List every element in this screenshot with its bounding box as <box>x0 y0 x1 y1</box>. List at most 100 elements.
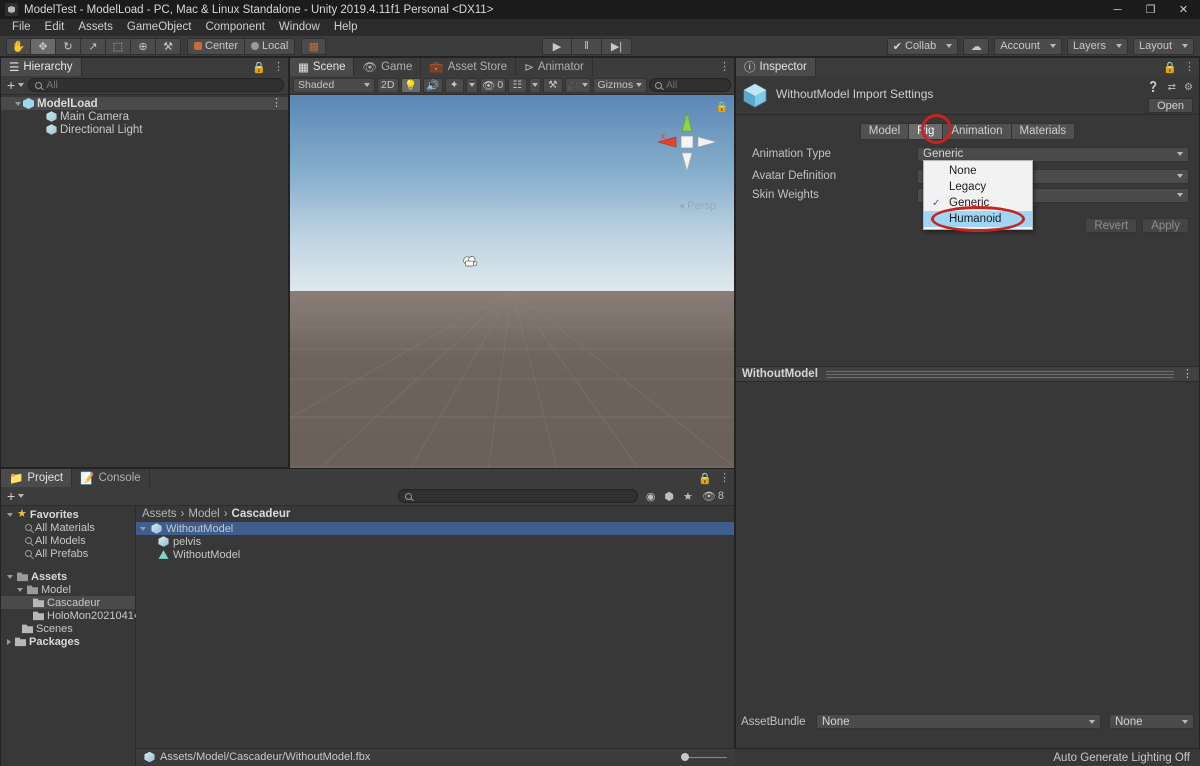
tab-hierarchy[interactable]: ☰ Hierarchy <box>1 58 82 76</box>
assetbundle-variant-dropdown[interactable]: None <box>1109 714 1194 729</box>
project-zoom-slider[interactable] <box>681 752 727 762</box>
hidden-packages-icon[interactable]: 👁 8 <box>702 490 724 503</box>
animation-type-dropdown-popup[interactable]: None Legacy ✓ Generic Humanoid <box>923 160 1033 230</box>
hierarchy-add-button[interactable]: + <box>5 77 25 93</box>
open-button[interactable]: Open <box>1148 98 1193 113</box>
scene-menu-icon[interactable]: ⋮ <box>719 61 730 72</box>
project-tree-packages[interactable]: Packages <box>1 635 135 648</box>
hierarchy-search-input[interactable]: All <box>28 78 284 92</box>
menu-component[interactable]: Component <box>198 19 271 36</box>
cloud-icon[interactable]: ☁ <box>963 37 990 55</box>
hierarchy-item-modelload[interactable]: ModelLoad ⋮ <box>1 97 288 110</box>
settings-gear-icon[interactable]: ⚙ <box>1184 82 1193 93</box>
tab-console[interactable]: 📝 Console <box>72 469 150 487</box>
hierarchy-menu-icon[interactable]: ⋮ <box>273 61 284 72</box>
tab-inspector[interactable]: ⓘ Inspector <box>736 58 816 76</box>
tab-scene[interactable]: ▦ Scene <box>290 58 355 76</box>
pause-button[interactable]: ‖ <box>572 37 602 55</box>
asset-item-withoutmodel-mesh[interactable]: WithoutModel <box>136 548 734 561</box>
tab-rig[interactable]: Rig <box>908 122 943 140</box>
dropdown-option-none[interactable]: None <box>924 163 1032 179</box>
new-asset-icon[interactable]: ◉ <box>646 490 656 503</box>
audio-icon[interactable]: 🔊 <box>422 77 443 93</box>
minimize-button[interactable]: ─ <box>1101 0 1134 19</box>
lock-icon[interactable]: 🔒 <box>698 472 712 485</box>
expand-arrow-icon[interactable] <box>15 101 21 106</box>
scale-tool-icon[interactable]: ↗ <box>81 37 106 55</box>
rotate-tool-icon[interactable]: ↻ <box>56 37 81 55</box>
project-tree-scenes[interactable]: Scenes <box>1 622 135 635</box>
inspector-menu-icon[interactable]: ⋮ <box>1184 61 1195 72</box>
preset-icon[interactable]: ⇄ <box>1168 82 1176 93</box>
menu-window[interactable]: Window <box>272 19 327 36</box>
pivot-mode-button[interactable]: Center <box>187 37 246 55</box>
layout-button[interactable]: Layout <box>1132 37 1194 55</box>
preview-drag-handle[interactable] <box>825 370 1174 378</box>
tab-project[interactable]: 📁 Project <box>1 469 73 487</box>
project-tree-favorites[interactable]: ★ Favorites <box>1 508 135 521</box>
asset-item-pelvis[interactable]: pelvis <box>136 535 734 548</box>
project-tree-cascadeur[interactable]: Cascadeur <box>1 596 135 609</box>
play-button[interactable]: ▶ <box>542 37 572 55</box>
scene-viewport[interactable]: y x 🔒 ◂ Persp <box>290 95 734 487</box>
account-button[interactable]: Account <box>994 37 1062 55</box>
tab-model[interactable]: Model <box>859 122 909 140</box>
expand-arrow-icon[interactable] <box>7 512 13 517</box>
favorite-star-icon[interactable]: ★ <box>683 490 693 503</box>
apply-button[interactable]: Apply <box>1142 218 1189 233</box>
scene-camera-icon[interactable]: 🎥 <box>564 77 591 93</box>
lock-icon[interactable]: 🔒 <box>252 61 266 74</box>
fx-icon[interactable]: ✦ <box>444 77 464 93</box>
hierarchy-item-menu-icon[interactable]: ⋮ <box>271 98 282 109</box>
draw-mode-dropdown[interactable]: Shaded <box>293 77 375 93</box>
project-tree-holomon[interactable]: HoloMon2021041‹ <box>1 609 138 622</box>
expand-arrow-icon[interactable] <box>140 526 146 531</box>
breadcrumb-cascadeur[interactable]: Cascadeur <box>232 508 291 520</box>
preview-menu-icon[interactable]: ⋮ <box>1182 368 1193 379</box>
project-menu-icon[interactable]: ⋮ <box>719 472 730 483</box>
menu-edit[interactable]: Edit <box>38 19 72 36</box>
layers-button[interactable]: Layers <box>1066 37 1128 55</box>
hierarchy-item-main-camera[interactable]: Main Camera <box>1 110 288 123</box>
slider-knob[interactable] <box>681 753 689 761</box>
dropdown-option-generic[interactable]: ✓ Generic <box>924 195 1032 211</box>
expand-arrow-icon[interactable] <box>17 587 23 592</box>
hand-tool-icon[interactable]: ✋ <box>6 37 31 55</box>
light-bulb-icon[interactable]: 💡 <box>400 77 421 93</box>
project-tree-all-materials[interactable]: All Materials <box>1 521 135 534</box>
project-search-input[interactable] <box>397 489 638 503</box>
step-button[interactable]: ▶| <box>602 37 632 55</box>
menu-gameobject[interactable]: GameObject <box>120 19 199 36</box>
breadcrumb-assets[interactable]: Assets <box>142 508 177 520</box>
grid-dropdown[interactable] <box>529 77 542 93</box>
collab-button[interactable]: ✔ Collab <box>886 37 959 55</box>
scene-search-input[interactable]: All <box>649 78 732 92</box>
expand-arrow-icon[interactable] <box>7 638 11 645</box>
revert-button[interactable]: Revert <box>1085 218 1138 233</box>
main-camera-gizmo-icon[interactable] <box>461 255 479 268</box>
move-tool-icon[interactable]: ✥ <box>31 37 56 55</box>
rect-tool-icon[interactable]: ⬚ <box>106 37 131 55</box>
gizmos-dropdown[interactable]: Gizmos <box>592 77 648 93</box>
component-tools-icon[interactable]: ⚒ <box>543 77 563 93</box>
dropdown-option-humanoid[interactable]: Humanoid <box>924 211 1032 227</box>
menu-assets[interactable]: Assets <box>71 19 120 36</box>
asset-item-withoutmodel-fbx[interactable]: WithoutModel <box>136 522 734 535</box>
close-button[interactable]: ✕ <box>1167 0 1200 19</box>
expand-arrow-icon[interactable] <box>7 574 13 579</box>
menu-file[interactable]: File <box>5 19 38 36</box>
project-tree-assets[interactable]: Assets <box>1 570 135 583</box>
grid-icon[interactable]: ☷ <box>507 77 528 93</box>
grid-snap-icon[interactable]: ▦ <box>301 37 327 55</box>
scene-axis-gizmo[interactable]: y x <box>654 109 720 175</box>
help-icon[interactable]: ❔ <box>1147 82 1159 93</box>
fx-dropdown[interactable] <box>465 77 478 93</box>
tab-animator[interactable]: ⊳ Animator <box>516 58 593 76</box>
dropdown-option-legacy[interactable]: Legacy <box>924 179 1032 195</box>
maximize-button[interactable]: ❐ <box>1134 0 1167 19</box>
hierarchy-item-directional-light[interactable]: Directional Light <box>1 123 288 136</box>
tab-materials[interactable]: Materials <box>1010 122 1076 140</box>
scene-gizmo-lock-icon[interactable]: 🔒 <box>716 102 728 113</box>
project-tree-all-models[interactable]: All Models <box>1 534 135 547</box>
scene-visibility-icon[interactable]: 👁 0 <box>479 77 506 93</box>
